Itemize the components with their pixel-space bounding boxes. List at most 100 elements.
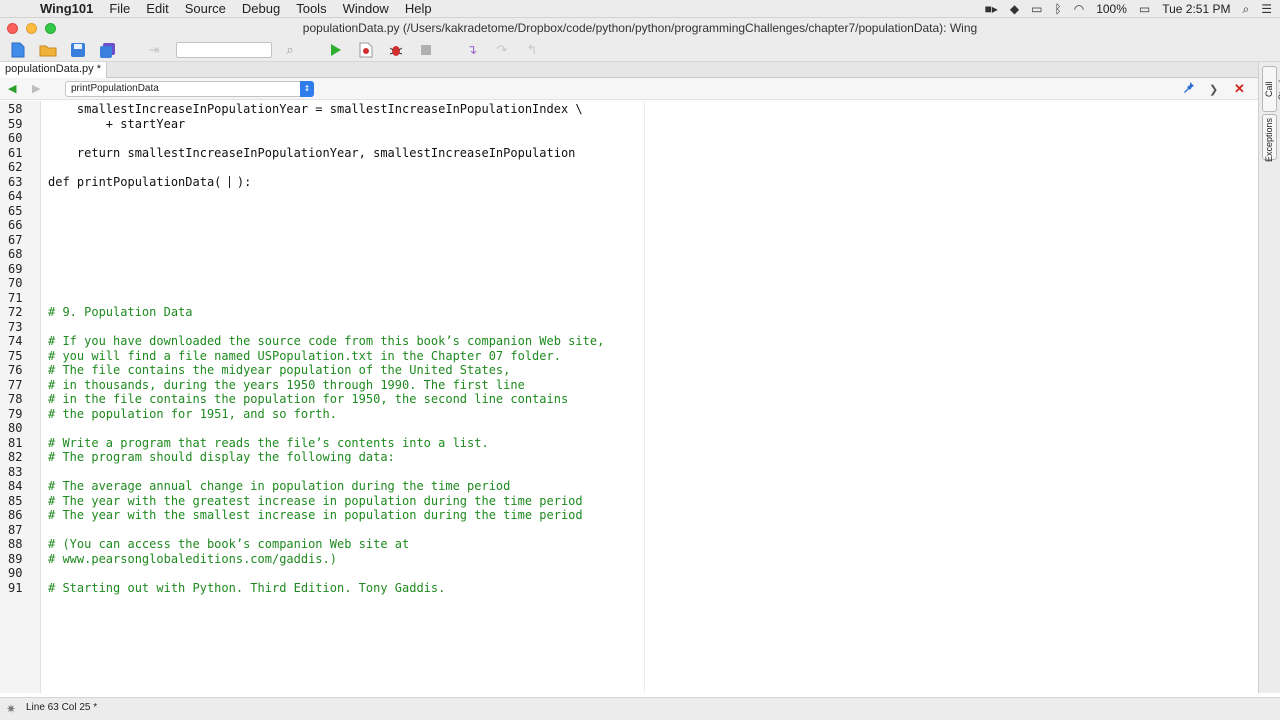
airplay-icon[interactable]: ▭ xyxy=(1031,2,1042,16)
code-segment: # www.pearsonglobaleditions.com/gaddis.) xyxy=(48,551,337,566)
debug-bug-icon[interactable] xyxy=(384,40,408,60)
comment-text[interactable]: # 9. Population Data xyxy=(48,305,193,320)
code-text[interactable]: return smallestIncreaseInPopulationYear,… xyxy=(48,146,576,161)
scope-select[interactable]: printPopulationData ⇕ xyxy=(65,81,314,97)
line-number: 69 xyxy=(8,261,23,276)
menu-debug[interactable]: Debug xyxy=(234,1,288,16)
menu-tools[interactable]: Tools xyxy=(288,1,334,16)
line-number: 68 xyxy=(8,247,23,261)
window-controls xyxy=(7,23,56,34)
indent-icon: ⇥ xyxy=(148,41,160,57)
chevron-updown-icon[interactable]: ⇕ xyxy=(300,81,314,97)
line-number: 74 xyxy=(8,334,23,348)
comment-text[interactable]: # The average annual change in populatio… xyxy=(48,479,510,494)
window-minimize-button[interactable] xyxy=(26,23,37,34)
line-number: 60 xyxy=(8,131,23,145)
comment-text[interactable]: # the population for 1951, and so forth. xyxy=(48,407,337,422)
comment-text[interactable]: # (You can access the book’s companion W… xyxy=(48,537,409,552)
save-icon[interactable] xyxy=(66,40,90,60)
code-text[interactable]: + startYear xyxy=(48,117,185,132)
comment-text[interactable]: # Write a program that reads the file’s … xyxy=(48,436,489,451)
line-number: 70 xyxy=(8,276,23,290)
comment-text[interactable]: # The file contains the midyear populati… xyxy=(48,363,510,378)
wifi-icon[interactable]: ◠ xyxy=(1074,2,1084,16)
window-zoom-button[interactable] xyxy=(45,23,56,34)
stop-icon[interactable] xyxy=(414,40,438,60)
code-segment: # Write a program that reads the file’s … xyxy=(48,435,489,450)
run-icon[interactable] xyxy=(324,40,348,60)
comment-text[interactable]: # Starting out with Python. Third Editio… xyxy=(48,581,445,596)
new-file-icon[interactable] xyxy=(6,40,30,60)
line-number: 78 xyxy=(8,392,23,406)
line-number: 86 xyxy=(8,508,23,522)
line-number: 80 xyxy=(8,421,23,435)
menu-help[interactable]: Help xyxy=(397,1,440,16)
menubar-clock[interactable]: Tue 2:51 PM xyxy=(1162,2,1230,16)
line-number: 91 xyxy=(8,580,23,595)
comment-text[interactable]: # in the file contains the population fo… xyxy=(48,392,568,407)
open-folder-icon[interactable] xyxy=(36,40,60,60)
comment-text[interactable]: # The program should display the followi… xyxy=(48,450,395,465)
code-segment: smallestIncreaseInPopulationYear = small… xyxy=(48,102,583,116)
code-segment: # you will find a file named USPopulatio… xyxy=(48,348,561,363)
tab-exceptions[interactable]: Exceptions xyxy=(1262,114,1277,162)
scope-select-value: printPopulationData xyxy=(71,83,159,94)
breakpoint-icon[interactable] xyxy=(354,40,378,60)
line-number: 65 xyxy=(8,203,23,218)
line-number: 72 xyxy=(8,305,23,319)
cursor-position: Line 63 Col 25 * xyxy=(26,702,98,713)
line-number: 89 xyxy=(8,551,23,566)
line-number: 76 xyxy=(8,363,23,377)
app-menu-wing101[interactable]: Wing101 xyxy=(40,1,101,16)
battery-icon[interactable]: ▭ xyxy=(1139,2,1150,16)
toolbar-search-input[interactable] xyxy=(176,41,272,58)
screen-record-icon[interactable]: ■▸ xyxy=(985,2,998,16)
comment-text[interactable]: # The year with the greatest increase in… xyxy=(48,494,583,509)
notification-center-icon[interactable]: ☰ xyxy=(1261,2,1272,16)
battery-percentage[interactable]: 100% xyxy=(1096,2,1127,16)
menu-file[interactable]: File xyxy=(101,1,138,16)
line-number: 84 xyxy=(8,479,23,493)
code-segment: # in thousands, during the years 1950 th… xyxy=(48,377,525,392)
line-number: 81 xyxy=(8,435,23,450)
code-segment: # in the file contains the population fo… xyxy=(48,392,569,406)
close-editor-icon[interactable]: ✕ xyxy=(1234,81,1245,97)
bug-status-icon[interactable]: ✷ xyxy=(6,699,16,719)
step-out-icon: ↰ xyxy=(526,41,538,57)
spotlight-search-icon[interactable]: ⌕ xyxy=(1243,2,1250,17)
code-segment: # The file contains the midyear populati… xyxy=(48,363,511,377)
search-icon[interactable]: ⌕ xyxy=(278,40,302,60)
code-text[interactable]: def printPopulationData( ): xyxy=(48,175,251,190)
code-segment: def printPopulationData( xyxy=(48,174,229,189)
comment-text[interactable]: # If you have downloaded the source code… xyxy=(48,334,604,349)
tab-populationdata[interactable]: populationData.py * xyxy=(0,62,108,78)
line-number: 77 xyxy=(8,377,23,392)
line-number: 79 xyxy=(8,406,23,421)
comment-text[interactable]: # The year with the smallest increase in… xyxy=(48,508,583,523)
line-number: 71 xyxy=(8,290,23,305)
code-segment: + startYear xyxy=(48,116,186,131)
line-number: 64 xyxy=(8,189,23,203)
menu-window[interactable]: Window xyxy=(335,1,397,16)
code-text[interactable]: smallestIncreaseInPopulationYear = small… xyxy=(48,102,583,117)
menu-extras: ■▸ ◆ ▭ ᛒ ◠ 100% ▭ Tue 2:51 PM ⌕ ☰ xyxy=(985,0,1272,18)
step-into-icon[interactable]: ↴ xyxy=(460,40,484,60)
pin-icon[interactable] xyxy=(1183,81,1195,96)
line-number: 90 xyxy=(8,566,23,580)
comment-text[interactable]: # you will find a file named USPopulatio… xyxy=(48,349,561,364)
dropbox-icon[interactable]: ◆ xyxy=(1010,2,1019,16)
code-editor[interactable]: 58 smallestIncreaseInPopulationYear = sm… xyxy=(0,101,1254,693)
chevron-down-icon[interactable]: ❯ xyxy=(1209,83,1218,96)
comment-text[interactable]: # in thousands, during the years 1950 th… xyxy=(48,378,525,393)
nav-back-icon[interactable]: ◀ xyxy=(8,82,16,95)
bluetooth-icon[interactable]: ᛒ xyxy=(1055,2,1062,16)
code-segment: # The year with the greatest increase in… xyxy=(48,493,583,508)
window-close-button[interactable] xyxy=(7,23,18,34)
line-number: 85 xyxy=(8,493,23,508)
menu-edit[interactable]: Edit xyxy=(138,1,176,16)
save-all-icon[interactable] xyxy=(96,40,120,60)
tab-call-stack[interactable]: Call Stack xyxy=(1262,66,1280,112)
comment-text[interactable]: # www.pearsonglobaleditions.com/gaddis.) xyxy=(48,552,337,567)
nav-forward-icon[interactable]: ▶ xyxy=(32,82,40,95)
menu-source[interactable]: Source xyxy=(177,1,234,16)
